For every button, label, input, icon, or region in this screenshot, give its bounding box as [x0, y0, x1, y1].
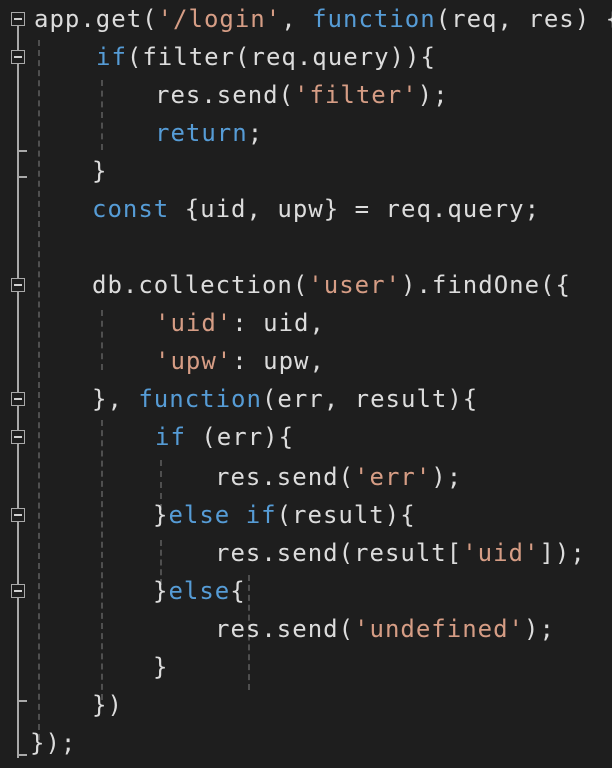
code-line[interactable]: 'uid': uid,	[155, 304, 325, 342]
code-token: });	[30, 729, 77, 757]
keyword-token: if	[155, 423, 186, 451]
keyword-token: else	[168, 577, 231, 605]
code-token: db.collection(	[92, 271, 309, 299]
string-token: 'filter'	[294, 81, 418, 109]
string-token: 'err'	[354, 463, 432, 491]
code-token: },	[92, 385, 139, 413]
code-token: app.get(	[34, 5, 158, 33]
code-token: : upw,	[232, 347, 325, 375]
code-token: (filter(req.query)){	[126, 43, 436, 71]
string-token: 'uid'	[462, 539, 540, 567]
code-line[interactable]: });	[30, 724, 76, 762]
code-token: }	[153, 653, 169, 681]
code-token: res.send(result[	[215, 539, 463, 567]
code-editor[interactable]: app.get('/login', function(req, res) {if…	[0, 0, 612, 768]
code-token: })	[92, 691, 123, 719]
code-token: ]);	[539, 539, 586, 567]
code-line[interactable]: res.send(result['uid']);	[215, 534, 586, 572]
code-token: (req, res) {	[435, 5, 612, 33]
code-token: ,	[281, 5, 313, 33]
code-token: (err, result){	[261, 385, 479, 413]
code-line[interactable]: return;	[155, 114, 263, 152]
code-token: res.send(	[215, 463, 355, 491]
code-line[interactable]: app.get('/login', function(req, res) {	[34, 0, 612, 38]
code-token: ;	[247, 119, 264, 147]
code-line[interactable]: if (err){	[155, 418, 294, 456]
string-token: 'user'	[308, 271, 401, 299]
code-line[interactable]: }	[92, 152, 107, 190]
code-token: (result){	[276, 501, 416, 529]
code-token: : uid,	[232, 309, 325, 337]
keyword-token: return	[155, 119, 248, 147]
code-line[interactable]: db.collection('user').findOne({	[92, 266, 571, 304]
string-token: 'upw'	[155, 347, 233, 375]
string-token: 'undefined'	[354, 615, 524, 643]
code-line[interactable]: }	[153, 648, 168, 686]
string-token: '/login'	[157, 5, 282, 33]
code-line[interactable]: }else{	[153, 572, 246, 610]
keyword-token: if	[96, 43, 127, 71]
code-token: );	[417, 81, 449, 109]
code-token: res.send(	[215, 615, 355, 643]
code-area[interactable]: app.get('/login', function(req, res) {if…	[0, 0, 612, 768]
code-line[interactable]: })	[92, 686, 123, 724]
keyword-token: else	[168, 501, 231, 529]
code-token: );	[524, 615, 555, 643]
code-token: {	[230, 577, 246, 605]
code-token: res.send(	[155, 81, 295, 109]
keyword-token: function	[138, 385, 262, 413]
code-token: }	[92, 157, 108, 185]
code-line[interactable]: res.send('undefined');	[215, 610, 555, 648]
code-line[interactable]: 'upw': upw,	[155, 342, 325, 380]
code-token: );	[431, 463, 463, 491]
keyword-token: if	[245, 501, 277, 529]
code-line[interactable]: res.send('filter');	[155, 76, 449, 114]
string-token: 'uid'	[155, 309, 233, 337]
code-line[interactable]: }, function(err, result){	[92, 380, 478, 418]
code-token: {uid, upw} = req.query;	[169, 195, 541, 223]
code-line[interactable]: }else if(result){	[153, 496, 416, 534]
keyword-token: function	[312, 5, 436, 33]
code-token: (err){	[185, 423, 295, 451]
code-token: ).findOne({	[401, 271, 571, 299]
code-line[interactable]: if(filter(req.query)){	[96, 38, 436, 76]
code-token: }	[153, 501, 169, 529]
code-token: }	[153, 577, 169, 605]
code-line[interactable]: res.send('err');	[215, 458, 462, 496]
code-line[interactable]: const {uid, upw} = req.query;	[92, 190, 540, 228]
keyword-token: const	[92, 195, 170, 223]
